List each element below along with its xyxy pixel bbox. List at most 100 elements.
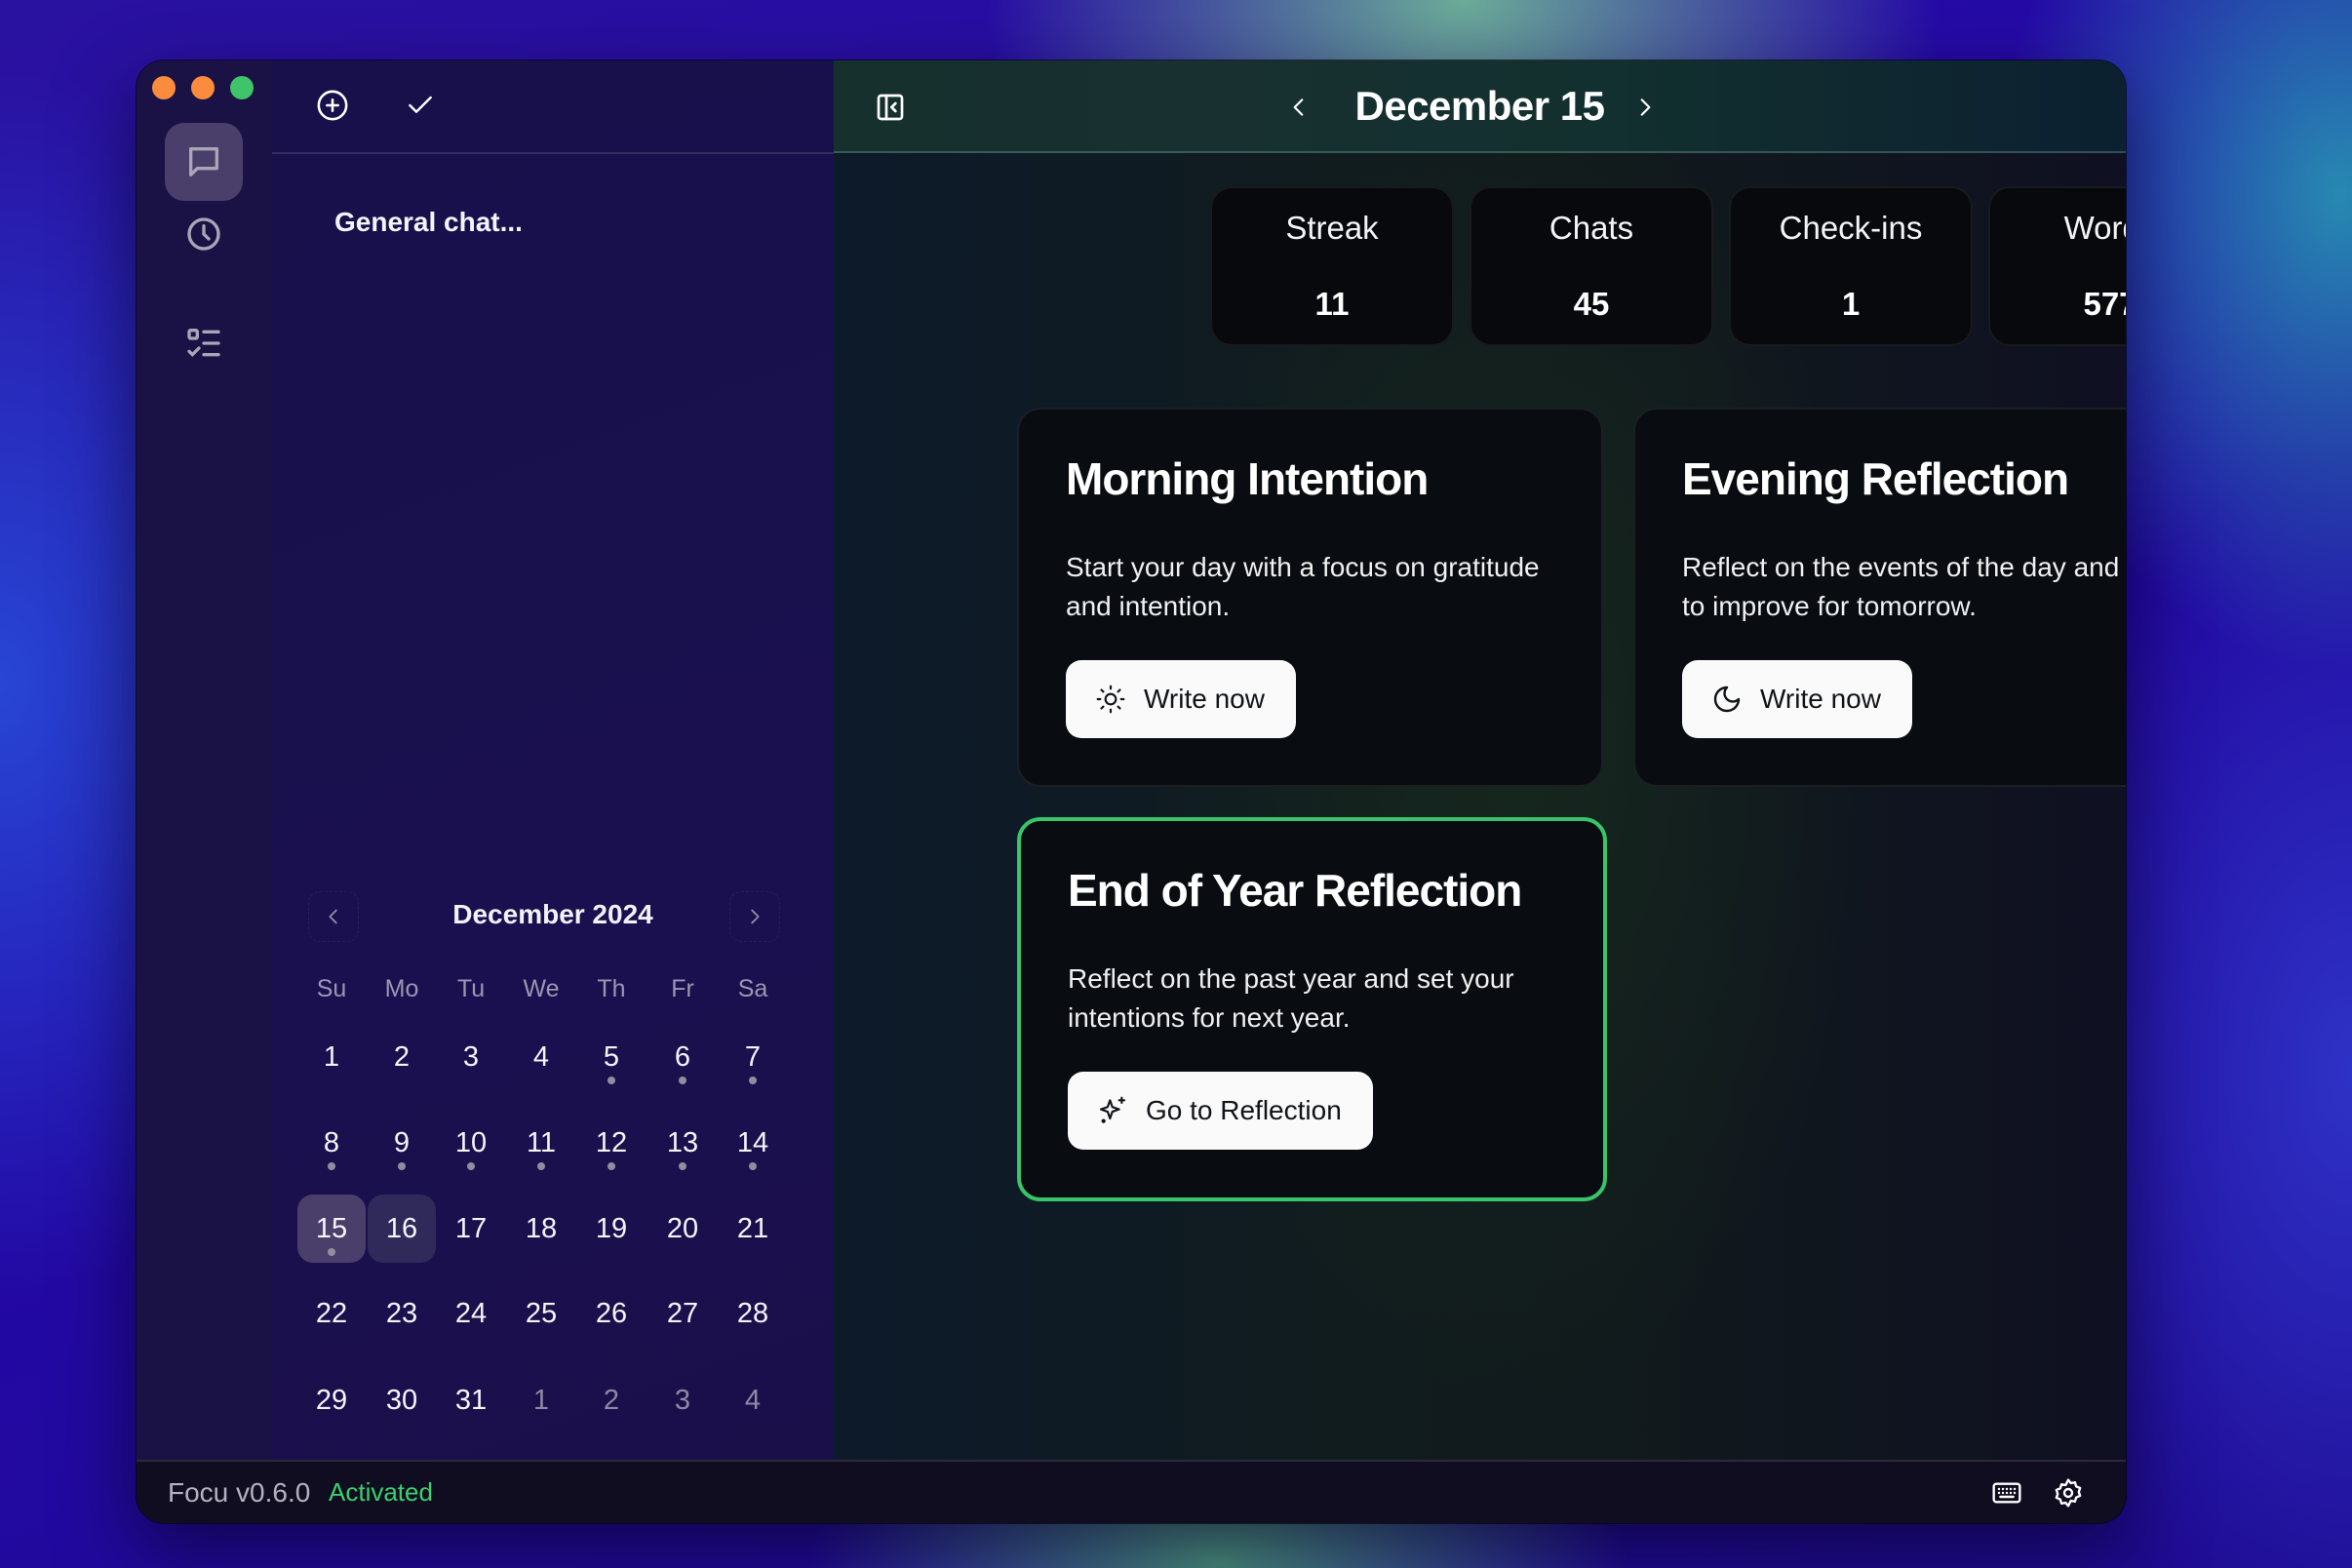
calendar-weekday-label: Su [316, 975, 347, 1002]
close-window-button[interactable] [152, 76, 176, 99]
calendar-day-number: 11 [526, 1126, 557, 1158]
sidebar-item-chats[interactable] [165, 123, 243, 201]
minimize-window-button[interactable] [191, 76, 215, 99]
calendar-day-number: 16 [385, 1212, 418, 1244]
entry-indicator-dot [398, 1162, 406, 1170]
calendar-day[interactable]: 25 [507, 1279, 575, 1348]
calendar-day[interactable]: 30 [368, 1366, 436, 1434]
evening-reflection-card: Evening Reflection Reflect on the events… [1633, 408, 2126, 787]
stat-value: 577 [2083, 286, 2126, 322]
calendar-day[interactable]: 1 [297, 1023, 366, 1091]
calendar-day[interactable]: 4 [507, 1023, 575, 1091]
previous-day-button[interactable] [1277, 86, 1320, 129]
sidebar-item-checklist[interactable] [165, 304, 243, 382]
calendar-day[interactable]: 28 [719, 1279, 787, 1348]
calendar-day-number: 3 [674, 1384, 691, 1416]
calendar-next-month-button[interactable] [729, 891, 780, 942]
calendar-day[interactable]: 24 [437, 1279, 505, 1348]
zoom-window-button[interactable] [230, 76, 254, 99]
entry-indicator-dot [749, 1162, 757, 1170]
chat-list-toolbar [272, 60, 834, 154]
entry-indicator-dot [749, 1077, 757, 1084]
calendar-day[interactable]: 5 [577, 1023, 646, 1091]
keyboard-shortcuts-button[interactable] [1985, 1471, 2028, 1514]
plus-circle-icon [317, 90, 348, 121]
button-label: Write now [1144, 684, 1265, 714]
calendar-day[interactable]: 11 [507, 1109, 575, 1177]
calendar-day[interactable]: 16 [368, 1195, 436, 1263]
calendar-day-number: 2 [393, 1040, 411, 1073]
card-description: Start your day with a focus on gratitude… [1066, 552, 1540, 621]
calendar-day[interactable]: 12 [577, 1109, 646, 1177]
calendar-day[interactable]: 9 [368, 1109, 436, 1177]
list-checks-icon [187, 329, 220, 358]
stat-value: 11 [1314, 286, 1350, 322]
calendar-day-number: 25 [525, 1297, 558, 1329]
sidebar [137, 60, 274, 1460]
stat-label: Streak [1285, 210, 1379, 246]
stat-value: 1 [1841, 286, 1861, 322]
calendar-day-number: 1 [323, 1040, 340, 1073]
calendar-day-number: 4 [744, 1384, 762, 1416]
card-title: Evening Reflection [1682, 453, 2069, 504]
calendar-day[interactable]: 18 [507, 1195, 575, 1263]
calendar-day[interactable]: 2 [368, 1023, 436, 1091]
calendar-day[interactable]: 6 [648, 1023, 717, 1091]
evening-write-now-button[interactable]: Write now [1682, 660, 1912, 738]
calendar-weekday-label: Mo [384, 975, 419, 1002]
stat-card-streak: Streak 11 [1210, 186, 1454, 346]
calendar-day[interactable]: 17 [437, 1195, 505, 1263]
stat-value: 45 [1573, 286, 1610, 322]
entry-indicator-dot [328, 1162, 335, 1170]
calendar-day-number: 2 [603, 1384, 620, 1416]
calendar-day[interactable]: 1 [507, 1366, 575, 1434]
card-title: Morning Intention [1066, 453, 1429, 504]
morning-write-now-button[interactable]: Write now [1066, 660, 1296, 738]
check-icon [409, 96, 432, 113]
select-chats-button[interactable] [399, 84, 442, 127]
go-to-reflection-button[interactable]: Go to Reflection [1068, 1072, 1373, 1150]
calendar-day-selected[interactable]: 15 [297, 1195, 366, 1263]
next-day-button[interactable] [1624, 86, 1666, 129]
settings-button[interactable] [2047, 1471, 2090, 1514]
calendar-day[interactable]: 3 [437, 1023, 505, 1091]
calendar-day[interactable]: 13 [648, 1109, 717, 1177]
entry-indicator-dot [608, 1162, 615, 1170]
calendar-day[interactable]: 19 [577, 1195, 646, 1263]
sidebar-item-history[interactable] [165, 195, 243, 273]
calendar-day-number: 3 [462, 1040, 480, 1073]
calendar-day[interactable]: 20 [648, 1195, 717, 1263]
calendar-day[interactable]: 14 [719, 1109, 787, 1177]
calendar-weekday-label: We [523, 975, 560, 1002]
calendar-day[interactable]: 10 [437, 1109, 505, 1177]
calendar-day[interactable]: 2 [577, 1366, 646, 1434]
chat-list-panel: General chat... December 2024 Su Mo Tu We Th… [272, 60, 836, 1460]
gear-icon [2055, 1478, 2082, 1508]
calendar-day-number: 10 [454, 1126, 488, 1158]
calendar-day-number: 18 [525, 1212, 558, 1244]
calendar-day[interactable]: 7 [719, 1023, 787, 1091]
calendar-day-number: 26 [595, 1297, 628, 1329]
calendar-day-number: 27 [666, 1297, 699, 1329]
calendar-day-number: 29 [315, 1384, 348, 1416]
calendar-day[interactable]: 26 [577, 1279, 646, 1348]
stat-card-check-ins: Check-ins 1 [1729, 186, 1973, 346]
status-bar: Focu v0.6.0 Activated [137, 1460, 2126, 1523]
calendar-day[interactable]: 8 [297, 1109, 366, 1177]
new-chat-button[interactable] [311, 84, 354, 127]
calendar-day[interactable]: 27 [648, 1279, 717, 1348]
calendar-day-number: 8 [323, 1126, 340, 1158]
calendar-day[interactable]: 29 [297, 1366, 366, 1434]
sun-icon [1096, 685, 1125, 714]
calendar-day[interactable]: 31 [437, 1366, 505, 1434]
calendar-day[interactable]: 22 [297, 1279, 366, 1348]
app-window: General chat... December 2024 Su Mo Tu We Th… [137, 60, 2126, 1523]
button-label: Go to Reflection [1146, 1095, 1342, 1125]
calendar-day[interactable]: 3 [648, 1366, 717, 1434]
chat-list-item[interactable]: General chat... [334, 207, 523, 238]
calendar-day-number: 31 [454, 1384, 488, 1416]
calendar-day[interactable]: 23 [368, 1279, 436, 1348]
calendar-day[interactable]: 21 [719, 1195, 787, 1263]
calendar-day[interactable]: 4 [719, 1366, 787, 1434]
calendar-day-number: 5 [603, 1040, 620, 1073]
